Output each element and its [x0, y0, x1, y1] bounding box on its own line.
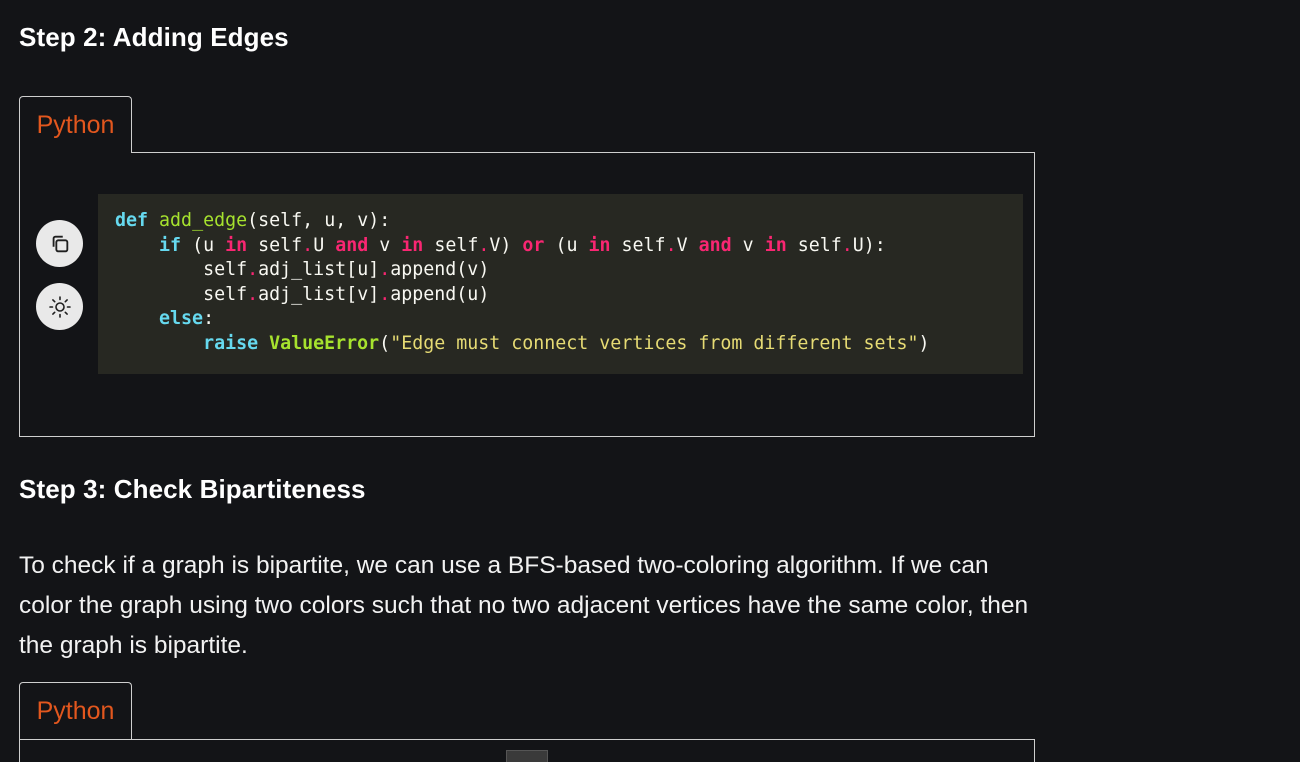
- sun-icon: [48, 295, 71, 318]
- code-block: def add_edge(self, u, v): if (u in self.…: [98, 194, 1023, 374]
- theme-toggle-button[interactable]: [36, 283, 83, 330]
- python-tab[interactable]: Python: [19, 96, 132, 153]
- step-2-heading: Step 2: Adding Edges: [19, 22, 289, 52]
- code-text: def add_edge(self, u, v): if (u in self.…: [115, 210, 930, 354]
- step-3-heading: Step 3: Check Bipartiteness: [19, 474, 366, 504]
- code-panel-2: [19, 739, 1035, 762]
- scroll-handle[interactable]: [506, 750, 548, 762]
- code-panel: def add_edge(self, u, v): if (u in self.…: [19, 152, 1035, 437]
- copy-button[interactable]: [36, 220, 83, 267]
- python-tab-2[interactable]: Python: [19, 682, 132, 739]
- copy-icon: [52, 235, 68, 252]
- step-3-description: To check if a graph is bipartite, we can…: [19, 552, 1029, 659]
- page: Step 2: Adding Edges Python def add_edge…: [0, 0, 1300, 762]
